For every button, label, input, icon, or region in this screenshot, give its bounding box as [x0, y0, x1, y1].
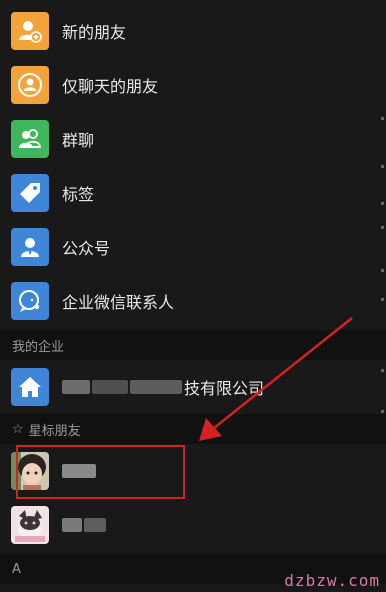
annotation-arrow	[199, 317, 353, 441]
contacts-screen: 新的朋友 仅聊天的朋友 群聊 标签 公众号 企业微信联系人 我的企业 技有限公司…	[0, 0, 386, 592]
watermark: dzbzw.com	[284, 571, 380, 590]
